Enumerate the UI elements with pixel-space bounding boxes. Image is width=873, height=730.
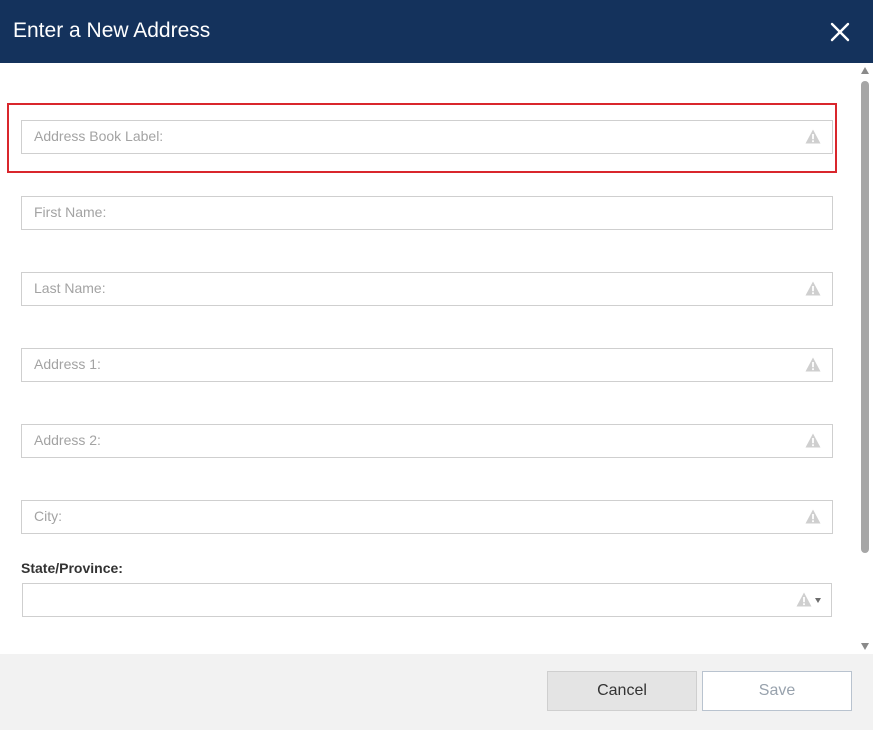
last-name-input[interactable]: Last Name: (21, 272, 833, 306)
state-province-label: State/Province: (21, 560, 123, 576)
address-2-input[interactable]: Address 2: (21, 424, 833, 458)
city-input[interactable]: City: (21, 500, 833, 534)
scroll-down-arrow-icon[interactable] (861, 643, 869, 650)
cancel-button[interactable]: Cancel (547, 671, 697, 711)
close-icon (830, 22, 850, 42)
address-dialog: Enter a New Address Address Book Label: … (0, 0, 873, 730)
vertical-scrollbar[interactable] (857, 63, 873, 654)
address-book-label-input[interactable]: Address Book Label: (21, 120, 833, 154)
field-label: Address Book Label: (34, 128, 164, 144)
save-button[interactable]: Save (702, 671, 852, 711)
scroll-thumb[interactable] (861, 81, 869, 553)
warning-icon (805, 357, 821, 372)
dialog-title: Enter a New Address (13, 19, 211, 42)
field-label: Address 2: (34, 432, 101, 448)
warning-icon (805, 433, 821, 448)
warning-icon (796, 592, 812, 607)
warning-icon (805, 509, 821, 524)
scroll-up-arrow-icon[interactable] (861, 67, 869, 74)
warning-icon (805, 281, 821, 296)
field-label: Last Name: (34, 280, 106, 296)
first-name-input[interactable]: First Name: (21, 196, 833, 230)
close-button[interactable] (826, 18, 854, 46)
state-province-select[interactable] (22, 583, 832, 617)
chevron-down-icon[interactable] (815, 598, 821, 603)
field-label: Address 1: (34, 356, 101, 372)
dialog-header: Enter a New Address (0, 0, 873, 63)
field-label: City: (34, 508, 62, 524)
address-1-input[interactable]: Address 1: (21, 348, 833, 382)
warning-icon (805, 129, 821, 144)
field-label: First Name: (34, 204, 107, 220)
